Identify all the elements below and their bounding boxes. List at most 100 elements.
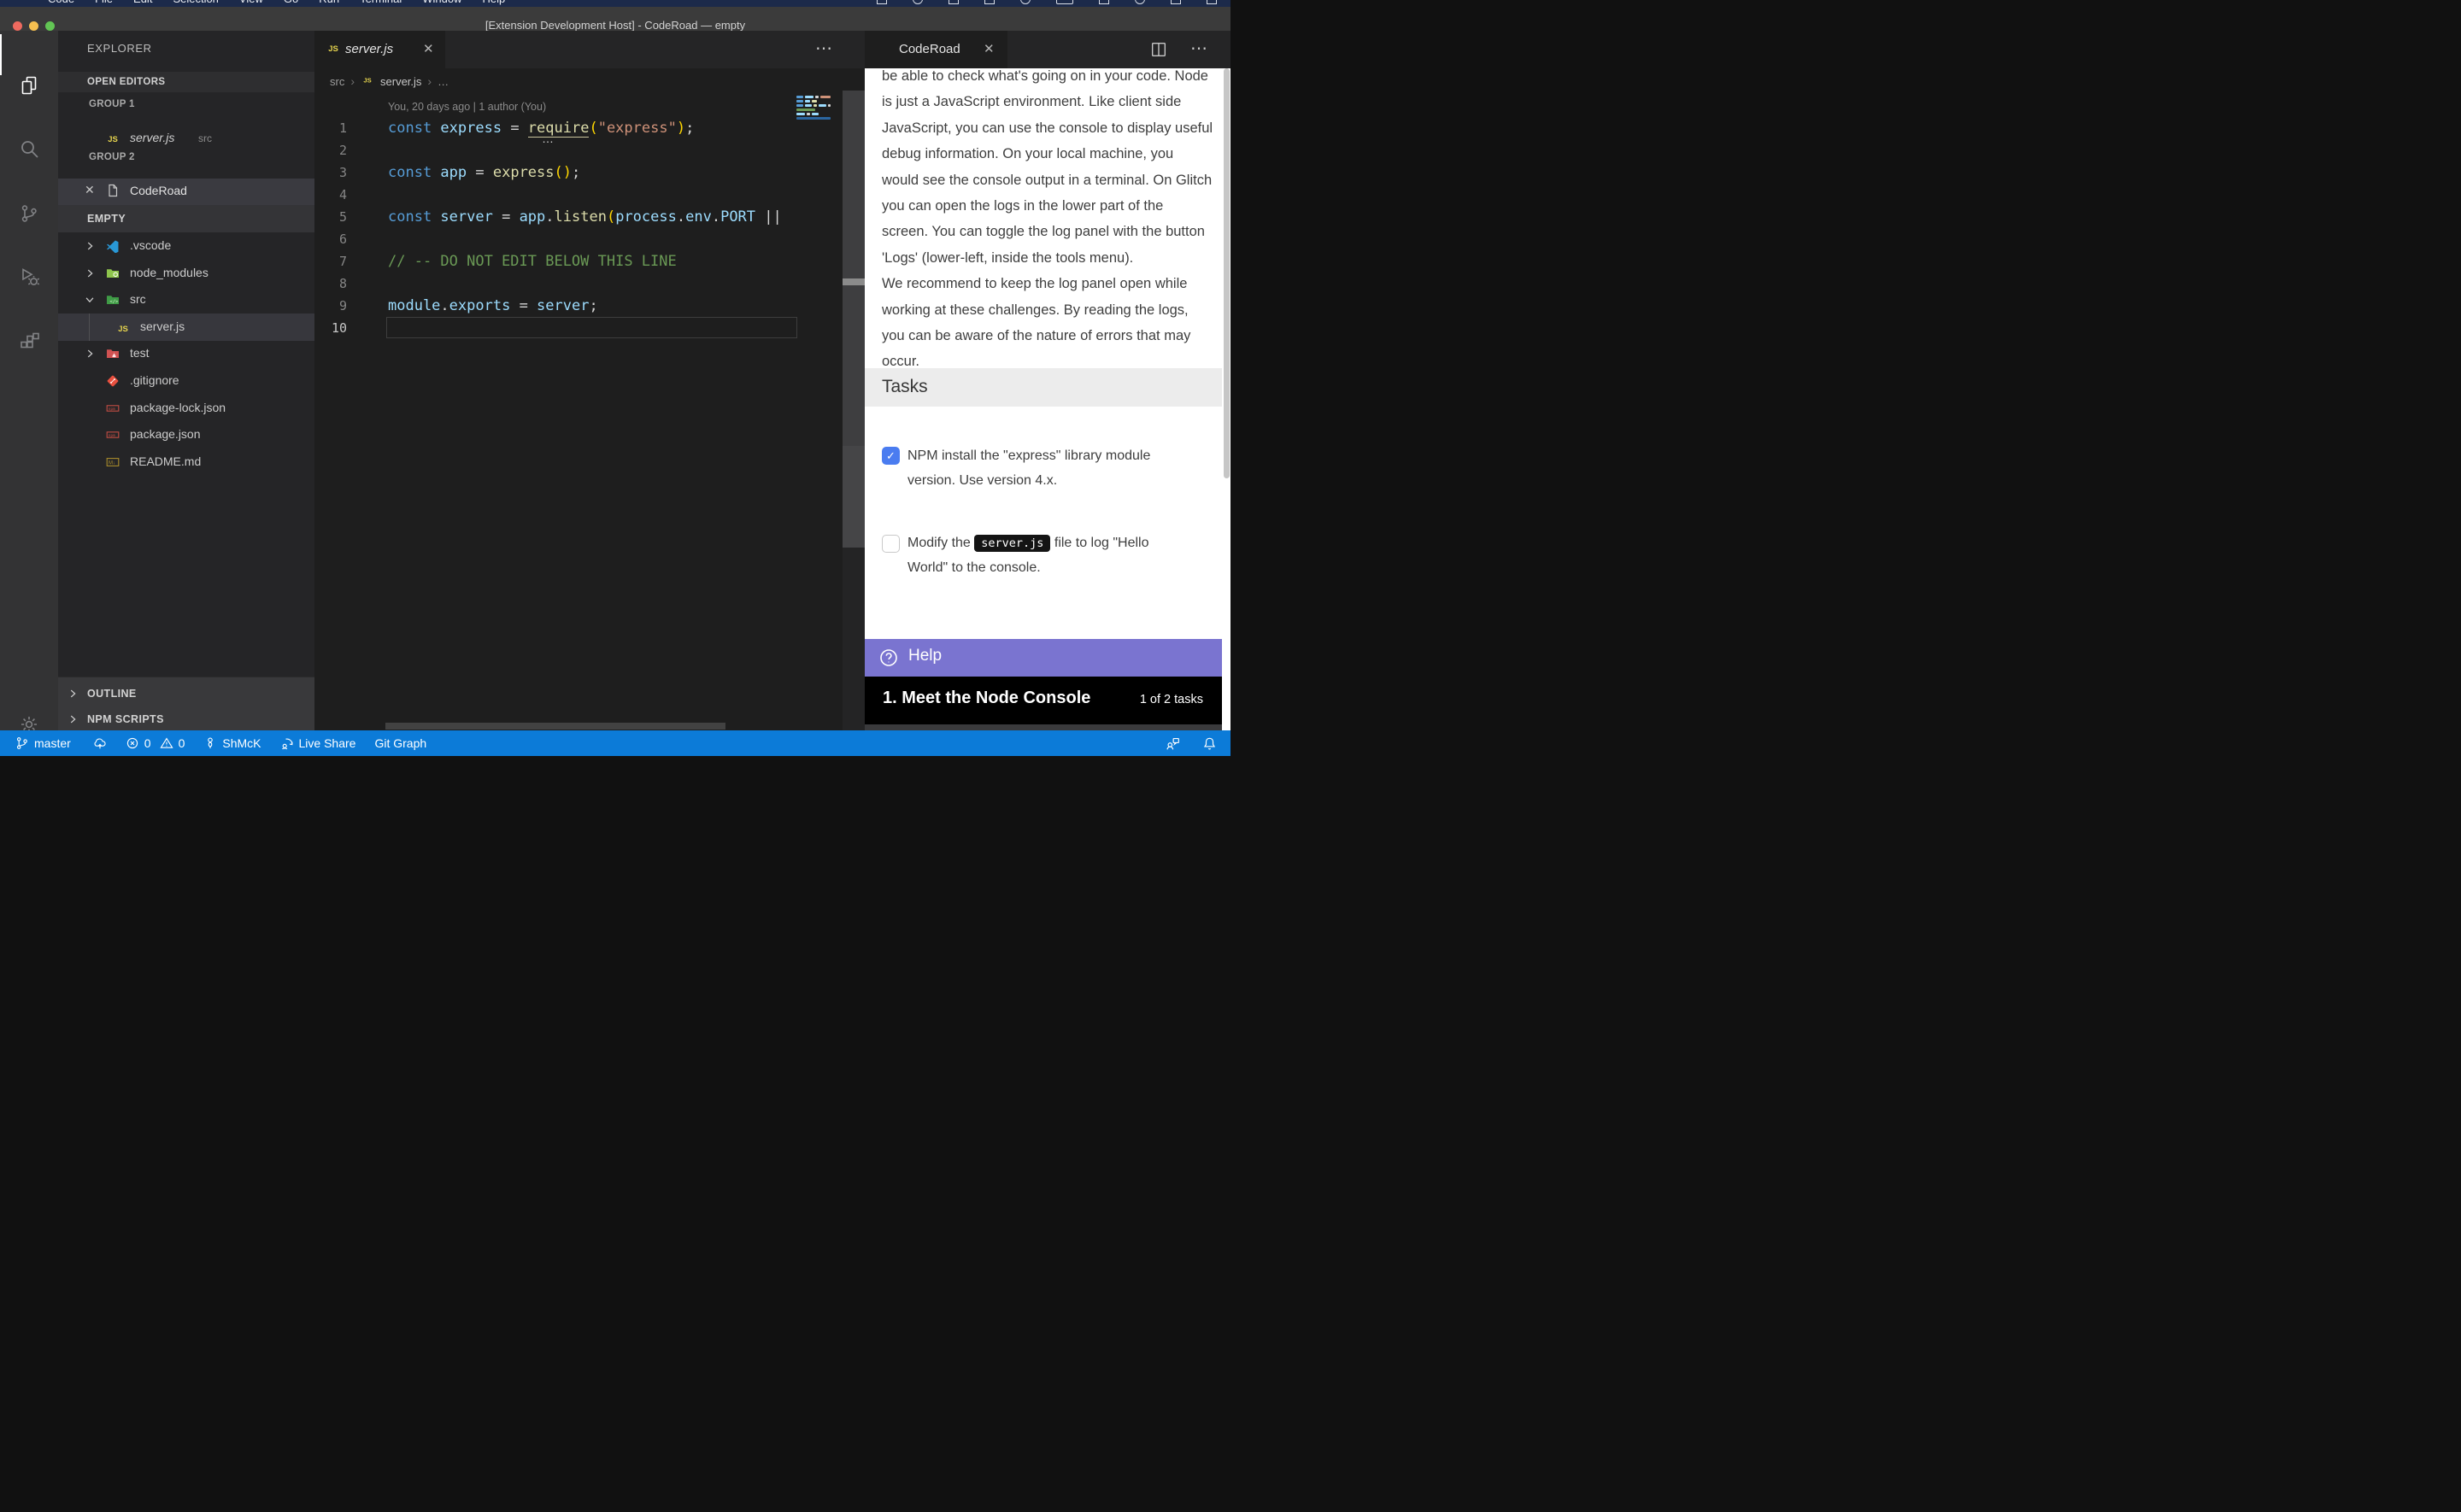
tree-item-readme-md[interactable]: M↓README.md	[58, 448, 314, 476]
tree-item-node_modules[interactable]: node_modules	[58, 260, 314, 287]
line-number: 9	[314, 295, 362, 317]
tab-server-js[interactable]: JS server.js ✕	[314, 31, 445, 68]
breadcrumb-file[interactable]: server.js	[380, 75, 421, 88]
editor-actions-more-button[interactable]: ⋯	[815, 38, 832, 59]
tree-item-label: node_modules	[130, 266, 209, 279]
help-question-icon	[879, 648, 898, 667]
sidebar-section-outline[interactable]: OUTLINE	[58, 681, 314, 706]
task-label-1: NPM install the "express" library module…	[907, 443, 1150, 493]
editor-group: JS server.js ✕ ⋯ src › JS server.js › … …	[314, 31, 865, 730]
switcher-icon[interactable]	[1171, 0, 1181, 4]
shield-icon[interactable]	[913, 0, 923, 4]
status-cloud-upload[interactable]	[93, 736, 107, 750]
close-tab-icon[interactable]: ✕	[984, 41, 995, 56]
svg-text:M↓: M↓	[109, 460, 115, 466]
code-line-3: const app = express();	[388, 161, 797, 184]
open-editors-header[interactable]: OPEN EDITORS	[58, 72, 314, 92]
menu-item-help[interactable]: Help	[482, 0, 505, 5]
editor-scrollbar-track[interactable]	[843, 446, 865, 548]
menu-item-terminal[interactable]: Terminal	[360, 0, 402, 5]
twisty-right-icon[interactable]	[84, 240, 96, 252]
menu-item-file[interactable]: File	[95, 0, 113, 5]
indent-guide	[89, 314, 90, 341]
files-icon[interactable]	[18, 74, 40, 97]
source-control-icon[interactable]	[18, 202, 40, 225]
twisty-down-icon[interactable]	[84, 294, 96, 306]
line-number: 7	[314, 250, 362, 273]
menu-item-window[interactable]: Window	[422, 0, 461, 5]
close-editor-icon[interactable]: ✕	[85, 183, 95, 197]
menu-item-view[interactable]: View	[239, 0, 263, 5]
help-label: Help	[908, 647, 942, 665]
status-git-graph[interactable]: Git Graph	[374, 736, 426, 750]
close-tab-icon[interactable]: ✕	[423, 41, 434, 56]
status-0[interactable]: 0	[126, 736, 151, 750]
tree-item-package-lock-json[interactable]: npmpackage-lock.json	[58, 395, 314, 422]
warning-icon	[160, 736, 173, 750]
activity-bar	[0, 31, 58, 730]
menu-items: Code File Edit Selection View Go Run Terminal Wi…	[48, 0, 505, 5]
task-text-line: NPM install the "express" library module	[907, 443, 1150, 468]
circle-icon[interactable]	[949, 0, 959, 4]
status-live-share[interactable]: Live Share	[280, 736, 356, 750]
twisty-right-icon[interactable]	[84, 267, 96, 279]
menu-item-edit[interactable]: Edit	[133, 0, 152, 5]
webview-scrollbar-thumb[interactable]	[1224, 68, 1230, 478]
panel-actions-more-button[interactable]: ⋯	[1190, 38, 1207, 59]
open-editor-item-coderoad[interactable]: ✕CodeRoad	[58, 179, 314, 205]
tutorial-text-line: you can be aware of the nature of errors…	[882, 323, 1213, 349]
status-item-label: ShMcK	[222, 736, 261, 750]
sidebar-section-npm-scripts[interactable]: NPM SCRIPTS	[58, 706, 314, 730]
task-text-line: version. Use version 4.x.	[907, 468, 1150, 493]
status-master[interactable]: master	[15, 736, 71, 750]
play-icon[interactable]	[984, 0, 995, 4]
run-debug-icon[interactable]	[18, 266, 40, 288]
twisty-right-icon[interactable]	[84, 348, 96, 360]
folder-section-header[interactable]: EMPTY	[58, 205, 314, 232]
editor-scrollbar-thumb[interactable]	[843, 278, 865, 285]
code-line-2	[388, 139, 797, 161]
breadcrumb-symbol[interactable]: …	[438, 75, 449, 88]
test-icon	[106, 347, 120, 360]
battery-icon[interactable]	[1056, 0, 1073, 4]
extensions-icon[interactable]	[18, 331, 40, 353]
list-icon[interactable]	[1207, 0, 1217, 4]
tree-item--gitignore[interactable]: .gitignore	[58, 367, 314, 395]
status-shmck[interactable]: ShMcK	[203, 736, 261, 750]
status-bell[interactable]	[1202, 736, 1217, 751]
open-editors-group-label: GROUP 2	[89, 152, 135, 162]
open-editor-item-server-js[interactable]: JSserver.jssrc	[58, 126, 314, 150]
help-bar[interactable]: Help	[865, 639, 1222, 677]
tree-item-package-json[interactable]: npmpackage.json	[58, 421, 314, 448]
menu-item-code[interactable]: Code	[48, 0, 74, 5]
status-item-label: Git Graph	[374, 736, 426, 750]
tab-coderoad[interactable]: CodeRoad ✕	[865, 31, 1007, 68]
menu-item-selection[interactable]: Selection	[173, 0, 218, 5]
codelens-annotation[interactable]: You, 20 days ago | 1 author (You)	[388, 101, 546, 113]
clock-icon[interactable]	[1099, 0, 1109, 4]
editor-scrollbar-track[interactable]	[843, 91, 865, 446]
code-area[interactable]: const express = require("express");const…	[388, 117, 797, 339]
task-checkbox-1[interactable]: ✓	[882, 447, 900, 465]
menu-item-run[interactable]: Run	[319, 0, 339, 5]
editor-horizontal-scrollbar[interactable]	[385, 723, 725, 730]
tree-item-test[interactable]: test	[58, 340, 314, 367]
breadcrumb[interactable]: src › JS server.js › …	[330, 68, 449, 94]
coderoad-panel: CodeRoad ✕ ⋯ be able to check what's goi…	[865, 31, 1230, 730]
status-feedback[interactable]	[1166, 736, 1180, 751]
search-icon[interactable]	[18, 138, 40, 160]
minimap-line	[796, 117, 831, 120]
minimap[interactable]	[796, 96, 831, 121]
tree-item-src[interactable]: </>src	[58, 286, 314, 314]
tree-item--vscode[interactable]: .vscode	[58, 232, 314, 260]
search-icon[interactable]	[1135, 0, 1145, 4]
eject-icon[interactable]	[1020, 0, 1031, 4]
chevron-right-icon: ›	[427, 74, 432, 88]
status-0[interactable]: 0	[160, 736, 185, 750]
split-editor-icon[interactable]	[1149, 40, 1168, 59]
breadcrumb-src[interactable]: src	[330, 75, 344, 88]
menu-item-go[interactable]: Go	[284, 0, 298, 5]
display-icon[interactable]	[877, 0, 887, 4]
tree-item-server-js[interactable]: JSserver.js	[58, 314, 314, 341]
task-checkbox-2[interactable]	[882, 535, 900, 553]
